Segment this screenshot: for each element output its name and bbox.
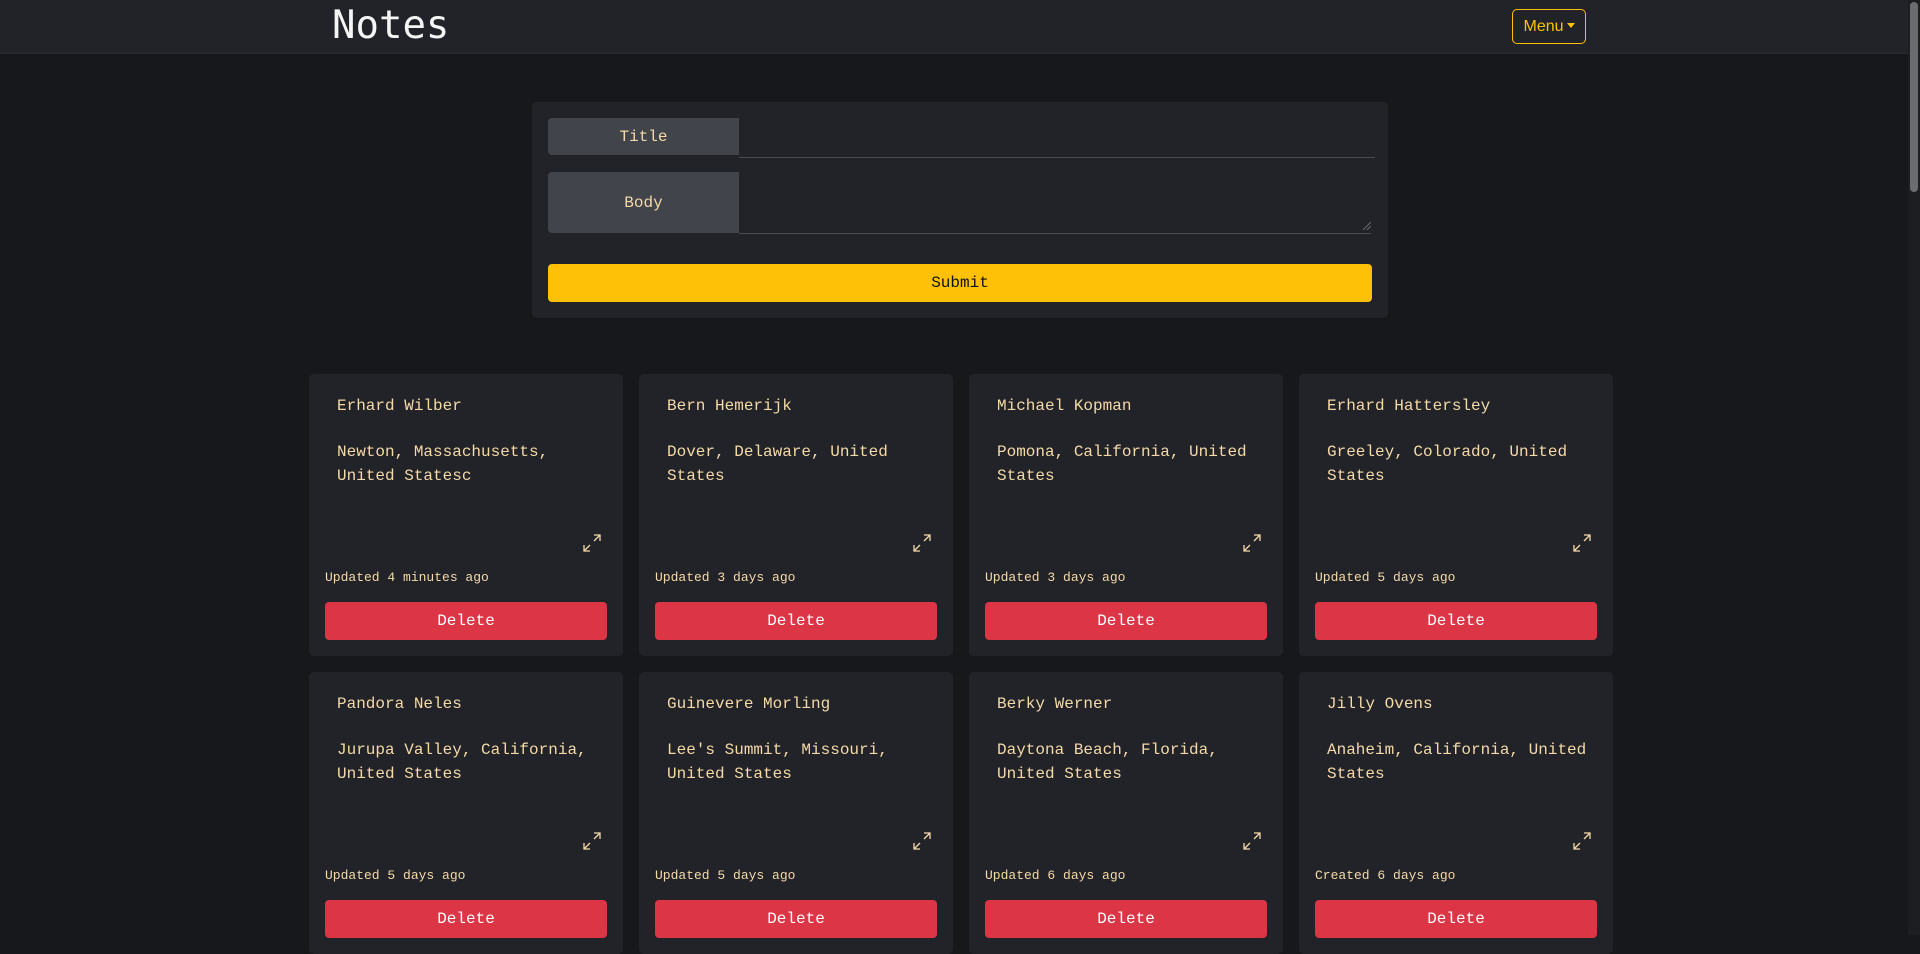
delete-button[interactable]: Delete: [655, 900, 937, 938]
expand-icon[interactable]: [581, 532, 603, 554]
note-title: Erhard Wilber: [337, 397, 462, 415]
note-body: Anaheim, California, United States: [1327, 741, 1587, 783]
expand-icon[interactable]: [911, 532, 933, 554]
expand-icon[interactable]: [1571, 532, 1593, 554]
note-body: Jurupa Valley, California, United States: [337, 741, 587, 783]
title-input[interactable]: [739, 118, 1375, 158]
scrollbar[interactable]: [1908, 0, 1920, 935]
navbar: Notes Menu: [0, 0, 1916, 54]
note-title: Guinevere Morling: [667, 695, 831, 713]
note-card: Berky Werner Daytona Beach, Florida, Unit…: [969, 672, 1283, 954]
note-card: Jilly Ovens Anaheim, California, United S…: [1299, 672, 1613, 954]
note-title: Erhard Hattersley: [1327, 397, 1491, 415]
menu-button[interactable]: Menu: [1512, 9, 1586, 44]
note-title: Michael Kopman: [997, 397, 1132, 415]
delete-button[interactable]: Delete: [985, 602, 1267, 640]
resize-handle-icon[interactable]: [1363, 222, 1371, 230]
note-body: Dover, Delaware, United States: [667, 443, 888, 485]
body-field-label: Body: [548, 172, 739, 233]
submit-button[interactable]: Submit: [548, 264, 1372, 302]
expand-icon[interactable]: [911, 830, 933, 852]
expand-icon[interactable]: [1241, 532, 1263, 554]
body-textarea[interactable]: [739, 172, 1371, 234]
note-form: Title Body Submit: [532, 102, 1388, 318]
expand-icon[interactable]: [581, 830, 603, 852]
note-title: Bern Hemerijk: [667, 397, 792, 415]
title-field-label: Title: [548, 118, 739, 155]
note-timestamp: Updated 5 days ago: [1315, 570, 1456, 585]
delete-button[interactable]: Delete: [325, 900, 607, 938]
note-card: Guinevere Morling Lee's Summit, Missouri,…: [639, 672, 953, 954]
expand-icon[interactable]: [1571, 830, 1593, 852]
note-timestamp: Created 6 days ago: [1315, 868, 1456, 883]
menu-button-label: Menu: [1523, 17, 1564, 35]
note-card: Erhard Hattersley Greeley, Colorado, Unit…: [1299, 374, 1613, 656]
delete-button[interactable]: Delete: [1315, 602, 1597, 640]
note-timestamp: Updated 3 days ago: [985, 570, 1126, 585]
delete-button[interactable]: Delete: [655, 602, 937, 640]
note-timestamp: Updated 3 days ago: [655, 570, 796, 585]
expand-icon[interactable]: [1241, 830, 1263, 852]
note-title: Jilly Ovens: [1327, 695, 1433, 713]
note-timestamp: Updated 6 days ago: [985, 868, 1126, 883]
note-card: Bern Hemerijk Dover, Delaware, United Sta…: [639, 374, 953, 656]
note-timestamp: Updated 5 days ago: [325, 868, 466, 883]
note-title: Pandora Neles: [337, 695, 462, 713]
note-body: Daytona Beach, Florida, United States: [997, 741, 1218, 783]
app-title[interactable]: Notes: [332, 4, 449, 48]
note-body: Lee's Summit, Missouri, United States: [667, 741, 888, 783]
note-title: Berky Werner: [997, 695, 1113, 713]
scrollbar-thumb[interactable]: [1910, 2, 1918, 192]
note-body: Greeley, Colorado, United States: [1327, 443, 1568, 485]
note-body: Newton, Massachusetts, United Statesc: [337, 443, 549, 485]
note-timestamp: Updated 4 minutes ago: [325, 570, 489, 585]
note-timestamp: Updated 5 days ago: [655, 868, 796, 883]
note-card: Pandora Neles Jurupa Valley, California, …: [309, 672, 623, 954]
delete-button[interactable]: Delete: [985, 900, 1267, 938]
note-card: Erhard Wilber Newton, Massachusetts, Unit…: [309, 374, 623, 656]
note-card: Michael Kopman Pomona, California, United…: [969, 374, 1283, 656]
delete-button[interactable]: Delete: [325, 602, 607, 640]
note-body: Pomona, California, United States: [997, 443, 1247, 485]
delete-button[interactable]: Delete: [1315, 900, 1597, 938]
chevron-down-icon: [1566, 22, 1575, 28]
